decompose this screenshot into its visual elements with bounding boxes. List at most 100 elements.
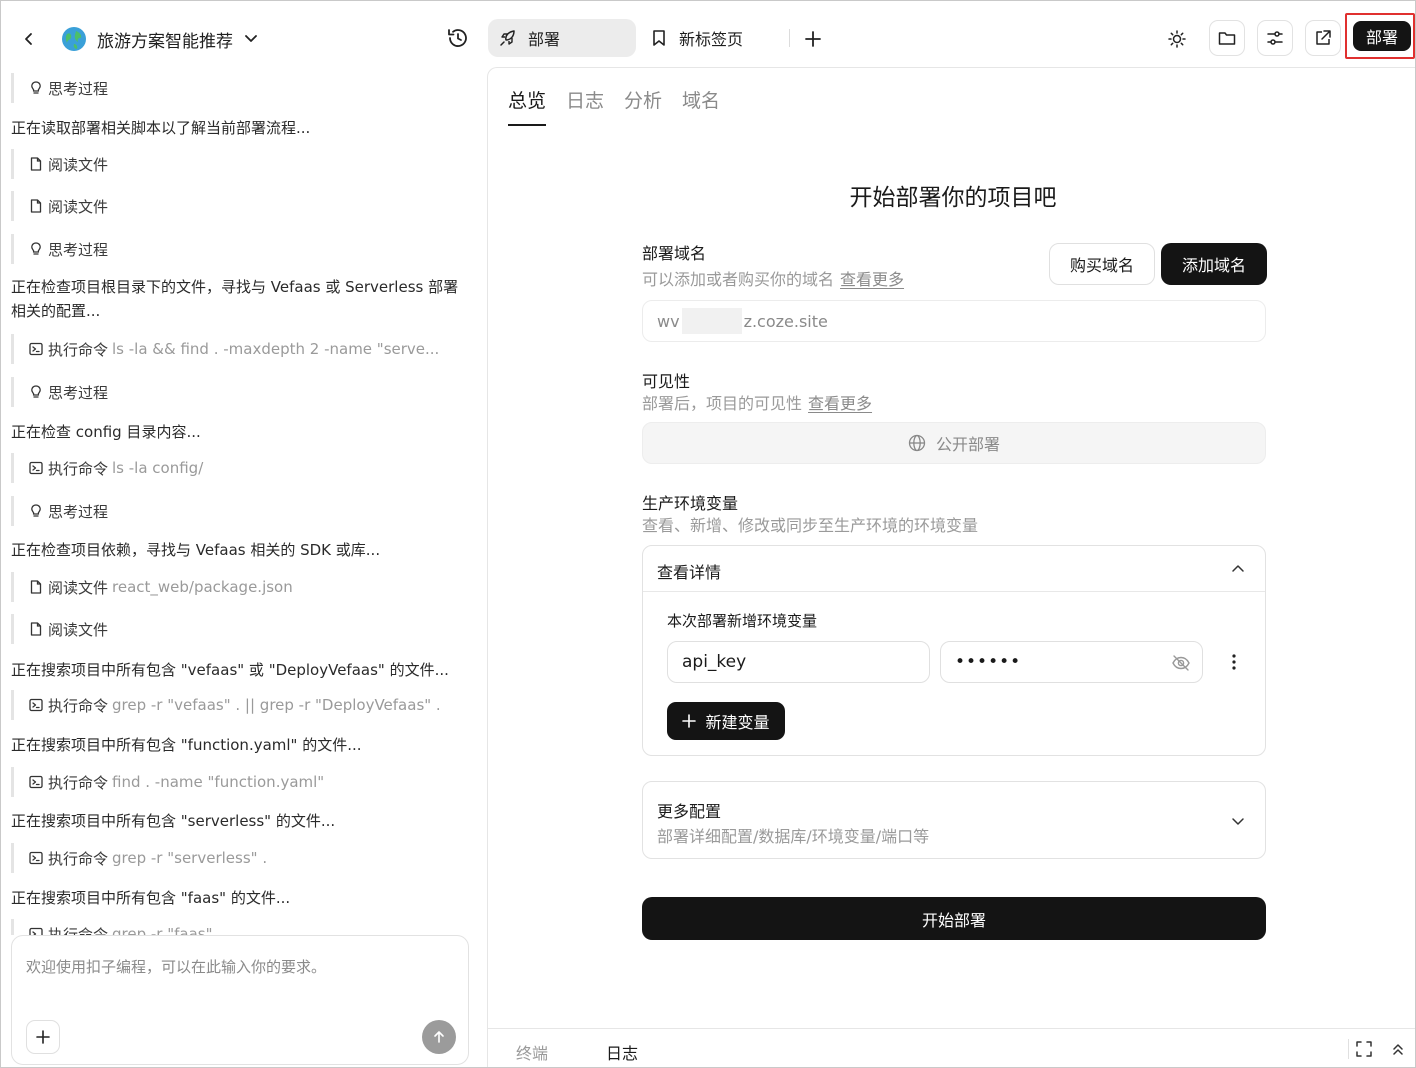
log-message: 正在搜索项目中所有包含 "faas" 的文件...	[11, 889, 291, 907]
terminal-icon	[29, 461, 43, 475]
log-step-detail: grep -r "faas"	[112, 925, 213, 935]
file-icon	[30, 157, 42, 171]
folder-button[interactable]	[1209, 20, 1245, 56]
subtab-domain[interactable]: 域名	[682, 86, 720, 126]
chat-log-panel: 思考过程 正在读取部署相关脚本以了解当前部署流程... 阅读文件 阅读文件 思考过程 正在…	[1, 69, 481, 1067]
log-step-detail: grep -r "serverless" .	[112, 849, 268, 867]
log-message: 正在搜索项目中所有包含 "vefaas" 或 "DeployVefaas" 的文…	[11, 661, 449, 679]
subtab-overview[interactable]: 总览	[508, 86, 547, 126]
app-title[interactable]: 旅游方案智能推荐	[97, 27, 233, 52]
tab-new-label: 新标签页	[679, 30, 744, 49]
env-sub-label: 本次部署新增环境变量	[667, 612, 818, 630]
env-label: 生产环境变量	[642, 494, 739, 513]
theme-toggle-button[interactable]	[1163, 25, 1191, 53]
log-step-detail: find . -name "function.yaml"	[112, 773, 325, 791]
plus-icon	[36, 1030, 50, 1044]
log-message: 正在检查项目根目录下的文件，寻找与 Vefaas 或 Serverless 部署…	[11, 278, 459, 320]
chevron-down-icon[interactable]	[1229, 812, 1247, 830]
domain-desc-text: 可以添加或者购买你的域名	[642, 270, 835, 289]
log-step-detail: grep -r "vefaas" . || grep -r "DeployVef…	[112, 696, 441, 714]
env-key-input[interactable]: api_key	[667, 641, 930, 683]
add-domain-button[interactable]: 添加域名	[1161, 243, 1267, 285]
eye-off-icon[interactable]	[1171, 653, 1191, 673]
log-step-label: 思考过程	[48, 79, 109, 98]
domain-more-link[interactable]: 查看更多	[840, 270, 904, 289]
tab-terminal[interactable]: 终端	[516, 1040, 548, 1064]
visibility-desc-text: 部署后，项目的可见性	[642, 394, 803, 413]
chevrons-up-icon[interactable]	[1389, 1040, 1407, 1058]
visibility-more-link[interactable]: 查看更多	[808, 394, 872, 413]
log-step-detail: ls -la config/	[112, 459, 204, 477]
fullscreen-icon[interactable]	[1355, 1040, 1373, 1058]
log-step[interactable]: 阅读文件	[11, 191, 112, 221]
chat-input-placeholder[interactable]: 欢迎使用扣子编程，可以在此输入你的要求。	[26, 956, 326, 977]
arrow-up-icon	[434, 1031, 444, 1043]
log-step[interactable]: 执行命令 ls -la && find . -maxdepth 2 -name "…	[11, 334, 439, 364]
log-step[interactable]: 思考过程	[11, 234, 112, 264]
log-list: 思考过程 正在读取部署相关脚本以了解当前部署流程... 阅读文件 阅读文件 思考过程 正在…	[1, 69, 481, 935]
log-step-detail: react_web/package.json	[112, 578, 293, 596]
domain-suffix: z.coze.site	[743, 311, 828, 331]
terminal-icon	[29, 342, 43, 356]
log-step[interactable]: 阅读文件	[11, 149, 112, 179]
lightbulb-icon	[31, 242, 41, 255]
chevron-down-icon[interactable]	[241, 29, 261, 49]
history-icon[interactable]	[445, 25, 471, 51]
redacted-block	[681, 308, 742, 334]
start-deploy-button[interactable]: 开始部署	[642, 897, 1266, 940]
log-message: 正在检查 config 目录内容...	[11, 423, 201, 441]
more-config-title: 更多配置	[657, 802, 722, 821]
deploy-panel: 总览 日志 分析 域名 开始部署你的项目吧 部署域名 可以添加或者购买你的域名查…	[487, 67, 1415, 1067]
domain-label: 部署域名	[642, 244, 707, 263]
log-message: 正在搜索项目中所有包含 "function.yaml" 的文件...	[11, 736, 362, 754]
tab-bottom-logs[interactable]: 日志	[606, 1040, 638, 1064]
tab-deploy[interactable]: 部署	[488, 19, 636, 57]
file-icon	[30, 622, 42, 636]
subtab-analytics[interactable]: 分析	[624, 86, 662, 126]
log-step[interactable]: 思考过程	[11, 377, 112, 407]
chat-attach-button[interactable]	[26, 1020, 60, 1054]
log-step-label: 阅读文件	[48, 620, 109, 639]
chat-input-box[interactable]: 欢迎使用扣子编程，可以在此输入你的要求。	[11, 935, 469, 1065]
plus-icon[interactable]	[801, 27, 825, 51]
log-step[interactable]: 执行命令 grep -r "faas"	[11, 919, 213, 935]
log-step[interactable]: 思考过程	[11, 73, 112, 103]
subtab-logs[interactable]: 日志	[566, 86, 604, 126]
plus-icon	[682, 714, 697, 728]
chevron-up-icon[interactable]	[1229, 560, 1247, 578]
deploy-button[interactable]: 部署	[1353, 21, 1411, 51]
globe-logo-icon	[62, 27, 86, 51]
back-button[interactable]	[15, 25, 43, 53]
tab-divider	[789, 29, 790, 47]
deploy-button-highlight: 部署	[1345, 13, 1415, 59]
log-step[interactable]: 思考过程	[11, 496, 112, 526]
bottom-divider	[1348, 1039, 1349, 1059]
log-step[interactable]: 执行命令 find . -name "function.yaml"	[11, 767, 324, 797]
env-desc: 查看、新增、修改或同步至生产环境的环境变量	[642, 516, 979, 535]
tab-new[interactable]: 新标签页	[641, 19, 781, 57]
log-step[interactable]: 执行命令 grep -r "vefaas" . || grep -r "Deplo…	[11, 690, 441, 720]
file-icon	[30, 199, 42, 213]
log-step[interactable]: 阅读文件	[11, 614, 112, 644]
send-button[interactable]	[422, 1020, 456, 1054]
domain-field[interactable]: wv z.coze.site	[642, 300, 1266, 342]
rocket-icon	[500, 30, 515, 46]
log-step[interactable]: 阅读文件 react_web/package.json	[11, 572, 293, 602]
log-step[interactable]: 执行命令 grep -r "serverless" .	[11, 843, 267, 873]
more-config-card[interactable]: 更多配置 部署详细配置/数据库/环境变量/端口等	[642, 781, 1266, 859]
env-value-input[interactable]: ••••••	[940, 641, 1203, 683]
settings-sliders-button[interactable]	[1257, 20, 1293, 56]
visibility-select[interactable]: 公开部署	[642, 422, 1266, 464]
buy-domain-button[interactable]: 购买域名	[1049, 243, 1155, 285]
bookmark-icon	[653, 30, 665, 46]
lightbulb-icon	[31, 385, 41, 398]
add-variable-button[interactable]: 新建变量	[667, 702, 785, 740]
env-card-header[interactable]: 查看详情	[643, 546, 1265, 592]
sun-icon	[1168, 30, 1186, 48]
open-external-button[interactable]	[1305, 20, 1341, 56]
more-vertical-icon[interactable]	[1225, 652, 1243, 672]
log-step-label: 执行命令	[48, 696, 109, 715]
log-step-label: 执行命令	[48, 773, 109, 792]
log-step[interactable]: 执行命令 ls -la config/	[11, 453, 203, 483]
bottom-bar: 终端 日志	[488, 1028, 1415, 1067]
